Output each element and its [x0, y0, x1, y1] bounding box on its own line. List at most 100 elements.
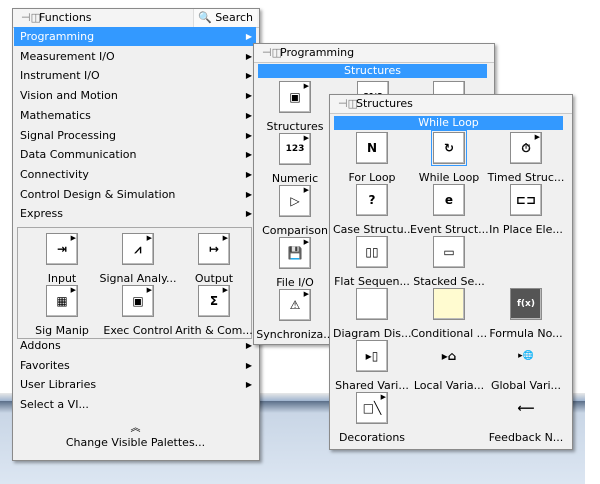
palette-tile-label: Shared Vari...	[335, 379, 409, 392]
signal-manipulation-icon: ▦ ▶	[46, 285, 78, 317]
submenu-arrow-icon: ▶	[70, 234, 76, 242]
palette-tile-input[interactable]: ⇥ ▶ Input	[23, 233, 101, 285]
menu-item-mathematics[interactable]: Mathematics ▶	[14, 106, 256, 125]
palette-tile-label: File I/O	[276, 276, 314, 289]
palette-tile-output[interactable]: ↦ ▶ Output	[175, 233, 253, 285]
palette-tile-label: Input	[47, 272, 77, 285]
palette-tile-event-structure[interactable]: e Event Struct...	[410, 184, 488, 236]
synchronization-icon: ⚠ ▶	[279, 289, 311, 321]
menu-item-favorites[interactable]: Favorites ▶	[14, 356, 256, 375]
in-place-element-icon: ⊏⊐	[510, 184, 542, 216]
change-visible-palettes-button[interactable]: Change Visible Palettes...	[13, 436, 258, 449]
menu-item-measurement-i-o[interactable]: Measurement I/O ▶	[14, 47, 256, 66]
search-label: Search	[215, 11, 253, 24]
palette-tile-diagram-disable[interactable]: Diagram Dis...	[333, 288, 411, 340]
event-structure-icon: e	[433, 184, 465, 216]
functions-title-bar[interactable]: ⊣◫Functions 🔍 Search	[13, 9, 259, 28]
pin-icon[interactable]: ⊣◫	[262, 44, 282, 62]
case-structure-icon: ?	[356, 184, 388, 216]
arithmetic-icon: Σ ▶	[198, 285, 230, 317]
submenu-arrow-icon: ▶	[70, 286, 76, 294]
palette-tile-signal-manipulation[interactable]: ▦ ▶ Sig Manip	[23, 285, 101, 337]
structures-icon: ▣ ▶	[279, 81, 311, 113]
palette-tile-timed-structure[interactable]: ⏱ ▶ Timed Struc...	[487, 132, 565, 184]
palette-tile-feedback-node[interactable]: ⟵ Feedback N...	[487, 392, 565, 444]
menu-item-data-communication[interactable]: Data Communication ▶	[14, 145, 256, 164]
submenu-arrow-icon: ▶	[245, 341, 252, 350]
palette-tile-label: Event Struct...	[410, 223, 488, 236]
palette-tile-local-variable[interactable]: ▸⌂ Local Varia...	[410, 340, 488, 392]
functions-palette: ⊣◫Functions 🔍 Search ⇥ ▶ Input ⩘ ▶ Signal Ana…	[12, 8, 260, 461]
pin-icon[interactable]: ⊣◫	[338, 95, 358, 113]
palette-tile-global-variable[interactable]: ▸🌐 Global Vari...	[487, 340, 565, 392]
palette-tile-structures[interactable]: ▣ ▶ Structures	[256, 81, 334, 133]
palette-tile-numeric[interactable]: 123 ▶ Numeric	[256, 133, 334, 185]
submenu-arrow-icon: ▶	[245, 380, 252, 390]
palette-tile-comparison[interactable]: ▷ ▶ Comparison	[256, 185, 334, 237]
palette-tile-in-place-element[interactable]: ⊏⊐ In Place Ele...	[487, 184, 565, 236]
search-button[interactable]: 🔍 Search	[193, 9, 257, 27]
palette-tile-while-loop[interactable]: ↻ While Loop	[410, 130, 488, 184]
menu-item-addons[interactable]: Addons ▶	[14, 336, 256, 355]
submenu-arrow-icon: ▶	[303, 290, 309, 298]
menu-item-label: Measurement I/O	[20, 49, 115, 63]
palette-tile-signal-analysis[interactable]: ⩘ ▶ Signal Analy...	[99, 233, 177, 285]
palette-tile-for-loop[interactable]: N For Loop	[333, 132, 411, 184]
palette-tile-shared-variable[interactable]: ▸▯ Shared Vari...	[333, 340, 411, 392]
menu-item-select-a-vi[interactable]: Select a VI...	[14, 395, 256, 414]
stacked-sequence-icon: ▭	[433, 236, 465, 268]
submenu-arrow-icon: ▶	[303, 134, 309, 142]
palette-tile-label: Output	[194, 272, 234, 285]
submenu-arrow-icon: ▶	[245, 51, 252, 61]
menu-item-programming[interactable]: Programming ▶	[14, 27, 256, 46]
palette-tile-label: Decorations	[338, 431, 406, 444]
signal-analysis-icon: ⩘ ▶	[122, 233, 154, 265]
formula-node-icon: f(x)	[510, 288, 542, 320]
menu-item-signal-processing[interactable]: Signal Processing ▶	[14, 126, 256, 145]
menu-item-label: Favorites	[20, 358, 70, 372]
programming-title-bar[interactable]: ⊣◫Programming	[254, 44, 494, 63]
menu-item-label: User Libraries	[20, 378, 97, 392]
submenu-arrow-icon: ▶	[303, 238, 309, 246]
global-variable-icon: ▸🌐	[518, 351, 534, 361]
menu-item-user-libraries[interactable]: User Libraries ▶	[14, 375, 256, 394]
pin-icon[interactable]: ⊣◫	[21, 9, 41, 27]
menu-item-label: Programming	[20, 30, 95, 43]
while-loop-icon: ↻	[431, 130, 467, 166]
menu-item-express[interactable]: Express ▶	[14, 204, 256, 223]
hover-label-bar: While Loop	[334, 116, 563, 130]
shared-variable-icon: ▸▯	[356, 340, 388, 372]
palette-tile-label: For Loop	[348, 171, 396, 184]
menu-item-control-design-simulation[interactable]: Control Design & Simulation ▶	[14, 185, 256, 204]
palette-tile-case-structure[interactable]: ? Case Structu...	[333, 184, 411, 236]
submenu-arrow-icon: ▶	[222, 286, 228, 294]
submenu-arrow-icon: ▶	[380, 393, 386, 401]
palette-tile-formula-node[interactable]: f(x) Formula No...	[487, 288, 565, 340]
menu-item-label: Data Communication	[20, 148, 137, 162]
palette-tile-stacked-sequence[interactable]: ▭ Stacked Se...	[410, 236, 488, 288]
menu-item-instrument-i-o[interactable]: Instrument I/O ▶	[14, 66, 256, 85]
palette-tile-conditional-disable[interactable]: Conditional ...	[410, 288, 488, 340]
palette-tile-arithmetic[interactable]: Σ ▶ Arith & Com...	[175, 285, 253, 337]
palette-tile-file-io[interactable]: 💾 ▶ File I/O	[256, 237, 334, 289]
palette-tile-label: Timed Struc...	[487, 171, 565, 184]
menu-item-connectivity[interactable]: Connectivity ▶	[14, 165, 256, 184]
menu-item-label: Select a VI...	[20, 398, 89, 412]
local-variable-icon: ▸⌂	[441, 349, 457, 363]
palette-tile-label: Feedback N...	[488, 431, 564, 444]
express-palette-grid: ⇥ ▶ Input ⩘ ▶ Signal Analy... ↦ ▶ Output ▦ ▶ Sig Ma…	[17, 227, 253, 339]
submenu-arrow-icon: ▶	[245, 32, 252, 41]
palette-tile-exec-control[interactable]: ▣ ▶ Exec Control	[99, 285, 177, 337]
submenu-arrow-icon: ▶	[534, 133, 540, 141]
palette-tile-label: Structures	[266, 120, 324, 133]
palette-tile-decorations[interactable]: □╲ ▶ Decorations	[333, 392, 411, 444]
menu-item-label: Vision and Motion	[20, 89, 118, 103]
menu-item-label: Mathematics	[20, 108, 91, 122]
menu-item-vision-and-motion[interactable]: Vision and Motion ▶	[14, 86, 256, 105]
double-chevron-up-icon[interactable]: ︽	[13, 419, 258, 434]
palette-tile-synchronization[interactable]: ⚠ ▶ Synchroniza...	[256, 289, 334, 341]
palette-tile-label: Formula No...	[489, 327, 563, 340]
palette-tile-label: Conditional ...	[410, 327, 488, 340]
structures-title-bar[interactable]: ⊣◫Structures	[330, 95, 572, 114]
palette-tile-flat-sequence[interactable]: ▯▯ Flat Sequen...	[333, 236, 411, 288]
